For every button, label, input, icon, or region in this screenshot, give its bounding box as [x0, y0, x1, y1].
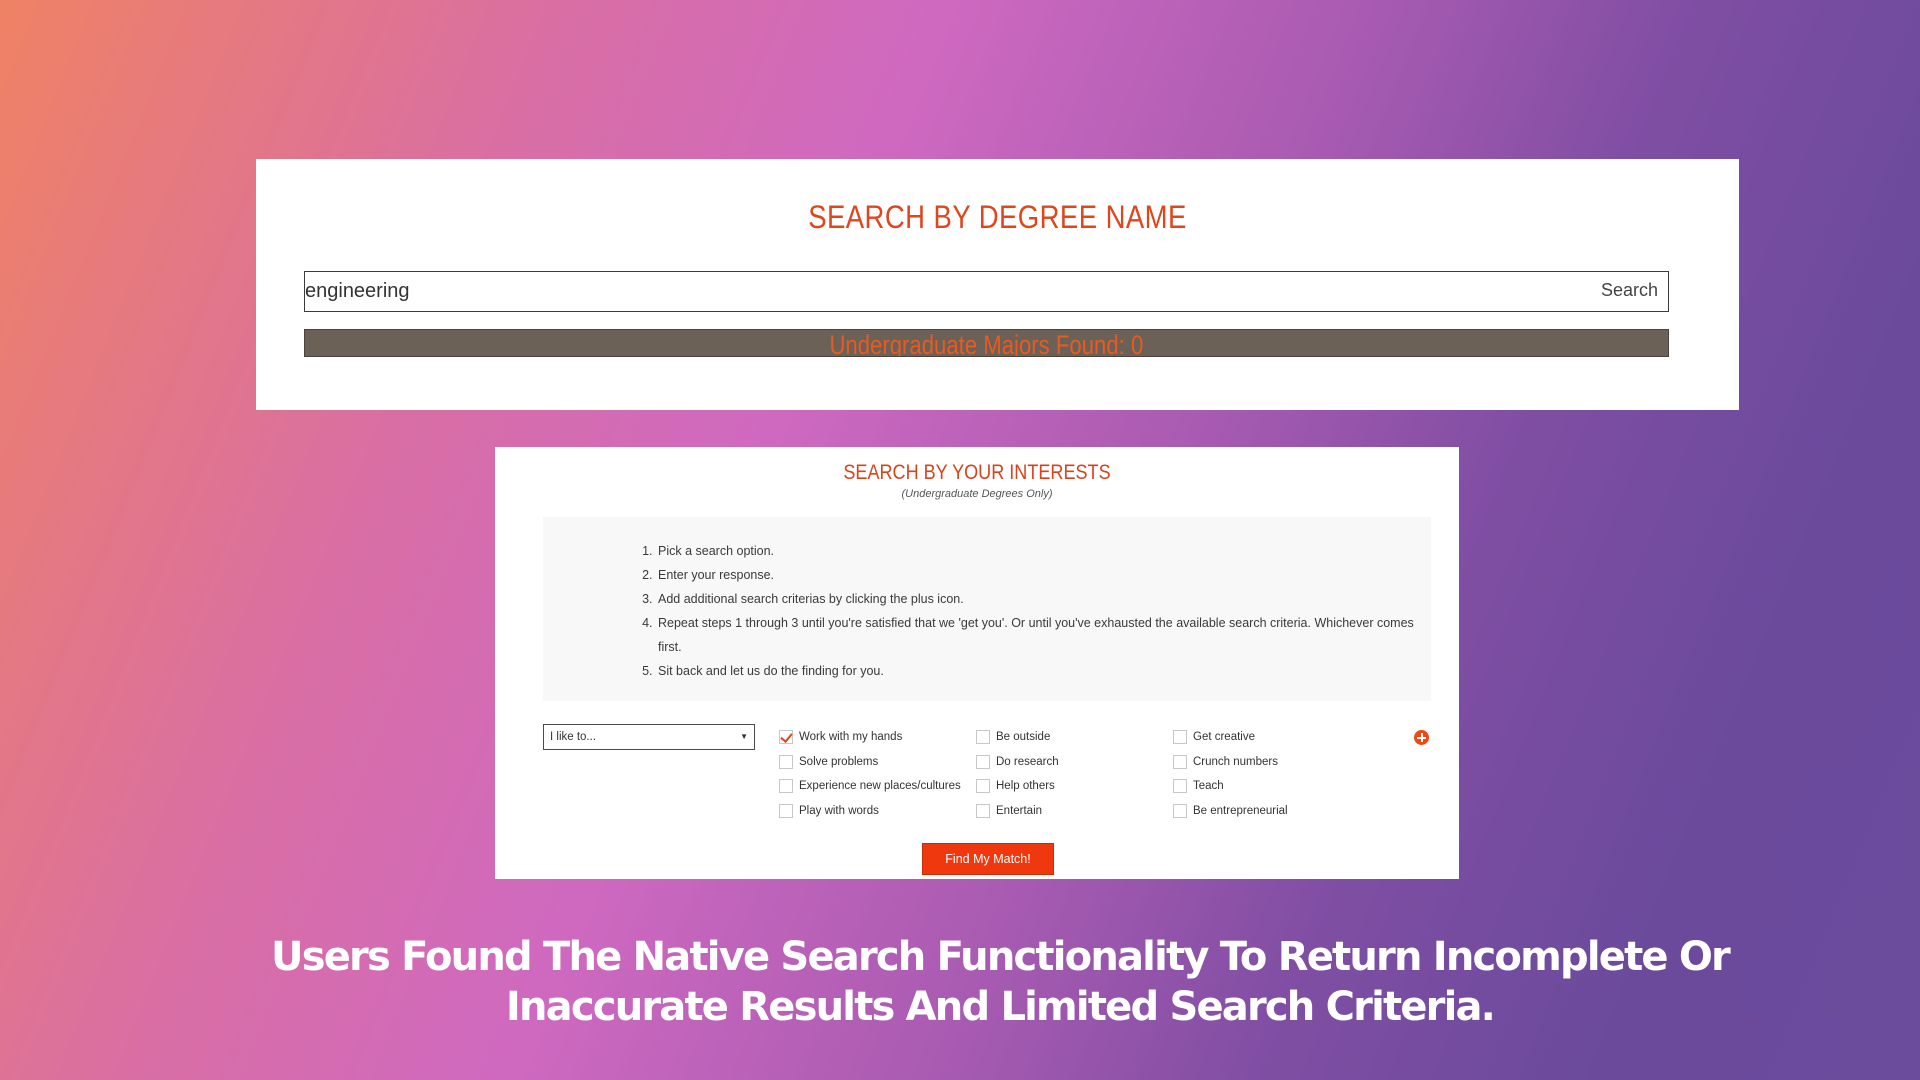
checkbox[interactable]	[779, 754, 793, 769]
checkbox[interactable]	[779, 779, 793, 794]
interest-search-subtitle: (Undergraduate Degrees Only)	[901, 488, 1053, 500]
option-solve-problems[interactable]: Solve problems	[779, 750, 976, 775]
instruction-item: Add additional search criterias by click…	[656, 587, 1416, 611]
instruction-item: Pick a search option.	[656, 539, 1416, 563]
degree-search-panel: SEARCH BY DEGREE NAME Search Undergradua…	[256, 159, 1739, 410]
degree-search-title: SEARCH BY DEGREE NAME	[808, 199, 1187, 235]
checkbox[interactable]	[1173, 779, 1187, 794]
option-get-creative[interactable]: Get creative	[1173, 725, 1379, 750]
option-label: Play with words	[799, 804, 879, 817]
option-help-others[interactable]: Help others	[976, 774, 1173, 799]
find-my-match-button[interactable]: Find My Match!	[922, 843, 1054, 875]
option-label: Work with my hands	[799, 731, 903, 744]
select-value: I like to...	[550, 731, 597, 743]
checkbox[interactable]	[976, 803, 990, 818]
interest-search-panel: SEARCH BY YOUR INTERESTS (Undergraduate …	[495, 447, 1459, 879]
search-option-select[interactable]: I like to... ▼	[543, 724, 755, 750]
option-play-with-words[interactable]: Play with words	[779, 799, 976, 824]
option-experience-new-places[interactable]: Experience new places/cultures	[779, 774, 976, 799]
option-be-entrepreneurial[interactable]: Be entrepreneurial	[1173, 799, 1379, 824]
option-label: Do research	[996, 755, 1059, 768]
option-label: Be outside	[996, 731, 1051, 744]
checkbox[interactable]	[779, 803, 793, 818]
degree-search-input[interactable]	[305, 272, 1505, 311]
results-bar: Undergraduate Majors Found: 0	[304, 329, 1669, 357]
option-be-outside[interactable]: Be outside	[976, 725, 1173, 750]
checkbox[interactable]	[976, 754, 990, 769]
instruction-item: Enter your response.	[656, 563, 1416, 587]
search-button[interactable]: Search	[1601, 280, 1658, 301]
option-label: Get creative	[1193, 731, 1255, 744]
checkbox[interactable]	[1173, 803, 1187, 818]
instruction-item: Sit back and let us do the finding for y…	[656, 659, 1416, 683]
option-label: Teach	[1193, 780, 1224, 793]
option-label: Crunch numbers	[1193, 755, 1279, 768]
interest-search-title: SEARCH BY YOUR INTERESTS	[843, 461, 1111, 484]
instructions-box: Pick a search option. Enter your respons…	[543, 517, 1431, 701]
instruction-item: Repeat steps 1 through 3 until you're sa…	[656, 611, 1416, 659]
caret-down-icon: ▼	[740, 732, 748, 741]
checkbox[interactable]	[976, 730, 990, 745]
checkbox[interactable]	[1173, 754, 1187, 769]
option-crunch-numbers[interactable]: Crunch numbers	[1173, 750, 1379, 775]
option-label: Entertain	[996, 804, 1043, 817]
interest-options-grid: Work with my hands Be outside Get creati…	[779, 725, 1379, 823]
checkbox[interactable]	[976, 779, 990, 794]
option-do-research[interactable]: Do research	[976, 750, 1173, 775]
degree-search-box: Search	[304, 271, 1669, 312]
slide-caption: Users Found The Native Search Functional…	[271, 934, 1731, 1030]
option-work-with-my-hands[interactable]: Work with my hands	[779, 725, 976, 750]
checkbox-checked[interactable]	[779, 730, 793, 745]
option-label: Experience new places/cultures	[799, 780, 961, 793]
option-label: Help others	[996, 780, 1055, 793]
option-label: Be entrepreneurial	[1193, 804, 1288, 817]
results-count-text: Undergraduate Majors Found: 0	[829, 330, 1144, 357]
option-teach[interactable]: Teach	[1173, 774, 1379, 799]
plus-circle-icon[interactable]	[1414, 730, 1429, 745]
option-label: Solve problems	[799, 755, 879, 768]
option-entertain[interactable]: Entertain	[976, 799, 1173, 824]
checkbox[interactable]	[1173, 730, 1187, 745]
instructions-list: Pick a search option. Enter your respons…	[656, 539, 1416, 683]
